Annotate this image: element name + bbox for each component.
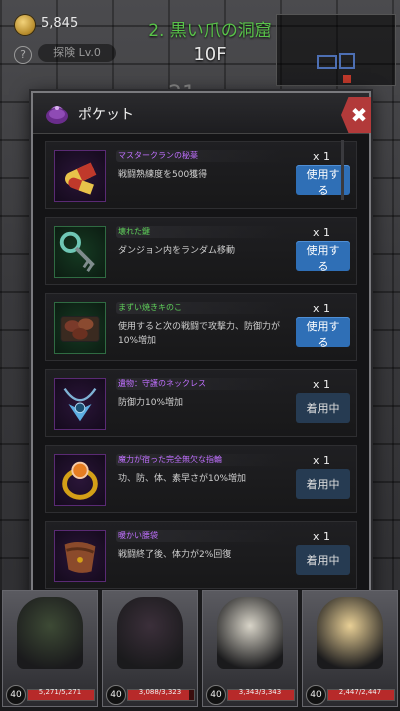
grilled-mushroom-icon (54, 302, 106, 354)
dungeon-name: 2. 黒い爪の洞窟 (148, 21, 272, 41)
item-name: 魔力が宿った完全無欠な指輪 (118, 455, 222, 464)
item-quantity: x 1 (312, 302, 330, 315)
equipped-button[interactable]: 着用中 (296, 545, 350, 575)
pocket-item[interactable]: マスタークランの秘薬 x 1 戦闘熟練度を500獲得 使用する (45, 141, 357, 209)
minimap[interactable] (276, 14, 396, 86)
item-quantity: x 1 (312, 150, 330, 163)
hero-card[interactable]: 40 5,271/5,271 (2, 590, 98, 707)
equipped-button[interactable]: 着用中 (296, 393, 350, 423)
hero-portrait (117, 597, 183, 669)
pocket-item[interactable]: まずい焼きキのこ x 1 使用すると次の戦闘で攻撃力、防御力が10%増加 使用する (45, 293, 357, 361)
necklace-icon (54, 378, 106, 430)
hp-text: 3,088/3,323 (138, 688, 182, 696)
item-name: まずい焼きキのこ (118, 303, 182, 312)
pocket-item[interactable]: 壊れた鍵 x 1 ダンジョン内をランダム移動 使用する (45, 217, 357, 285)
ring-icon (54, 454, 106, 506)
item-description: 戦闘熟練度を500獲得 (118, 170, 208, 180)
hero-card[interactable]: 40 3,088/3,323 (102, 590, 198, 707)
hero-card[interactable]: 40 2,447/2,447 (302, 590, 398, 707)
hero-level: 40 (206, 685, 226, 705)
item-name: 暖かい腰袋 (118, 531, 158, 540)
hero-level: 40 (306, 685, 326, 705)
item-description: 防御力10%増加 (118, 398, 184, 408)
hero-portrait (17, 597, 83, 669)
pocket-item[interactable]: 暖かい腰袋 x 1 戦闘終了後、体力が2%回復 着用中 (45, 521, 357, 589)
item-quantity: x 1 (312, 454, 330, 467)
capsule-icon (54, 150, 106, 202)
item-description: 戦闘終了後、体力が2%回復 (118, 550, 232, 560)
item-name: 壊れた鍵 (118, 227, 150, 236)
item-quantity: x 1 (312, 378, 330, 391)
modal-header: ポケット (33, 93, 369, 134)
key-icon (54, 226, 106, 278)
item-description: 使用すると次の戦闘で攻撃力、防御力が10%増加 (118, 322, 281, 346)
hp-text: 2,447/2,447 (338, 688, 382, 696)
scrollbar[interactable] (341, 140, 344, 200)
item-description: 功、防、体、素早さが10%増加 (118, 474, 247, 484)
pouch-icon (46, 106, 68, 124)
item-list[interactable]: マスタークランの秘薬 x 1 戦闘熟練度を500獲得使用する 壊れた鍵 x 1 ダンジョン… (45, 141, 357, 609)
hp-text: 3,343/3,343 (238, 688, 282, 696)
modal-title: ポケット (78, 107, 134, 123)
coin-count: 5,845 (41, 16, 79, 31)
equipped-button[interactable]: 着用中 (296, 469, 350, 499)
pocket-item[interactable]: 魔力が宿った完全無欠な指輪 x 1 功、防、体、素早さが10%増加 着用中 (45, 445, 357, 513)
item-name: マスタークランの秘薬 (118, 151, 198, 160)
item-description: ダンジョン内をランダム移動 (118, 246, 236, 256)
hp-text: 5,271/5,271 (38, 688, 82, 696)
top-hud: 5,845 2. 黒い爪の洞窟 10F ? 探険 Lv.0 21 (0, 0, 400, 107)
item-name: 遺物：守護のネックレス (118, 379, 206, 388)
hero-card[interactable]: 40 3,343/3,343 (202, 590, 298, 707)
minimap-player-marker (343, 75, 351, 83)
belt-pouch-icon (54, 530, 106, 582)
hero-portrait (317, 597, 383, 669)
hero-portrait (217, 597, 283, 669)
hero-level: 40 (6, 685, 26, 705)
pocket-modal: ポケット マスタークランの秘薬 x 1 戦闘熟練度を500獲得使用する 壊れた鍵 x 1… (31, 91, 371, 614)
item-quantity: x 1 (312, 226, 330, 239)
help-icon[interactable]: ? (14, 46, 32, 64)
floor-number: 10F (193, 44, 227, 65)
explore-level-badge: 探険 Lv.0 (38, 44, 116, 62)
minimap-room (339, 53, 355, 69)
item-quantity: x 1 (312, 530, 330, 543)
party-bar: 40 5,271/5,271 40 3,088/3,323 40 3,343/3,343 4… (0, 590, 400, 711)
coin-icon (15, 15, 35, 35)
use-button[interactable]: 使用する (296, 241, 350, 273)
pocket-item[interactable]: 遺物：守護のネックレス x 1 防御力10%増加 着用中 (45, 369, 357, 437)
use-button[interactable]: 使用する (296, 317, 350, 349)
minimap-room (317, 55, 337, 69)
hero-level: 40 (106, 685, 126, 705)
